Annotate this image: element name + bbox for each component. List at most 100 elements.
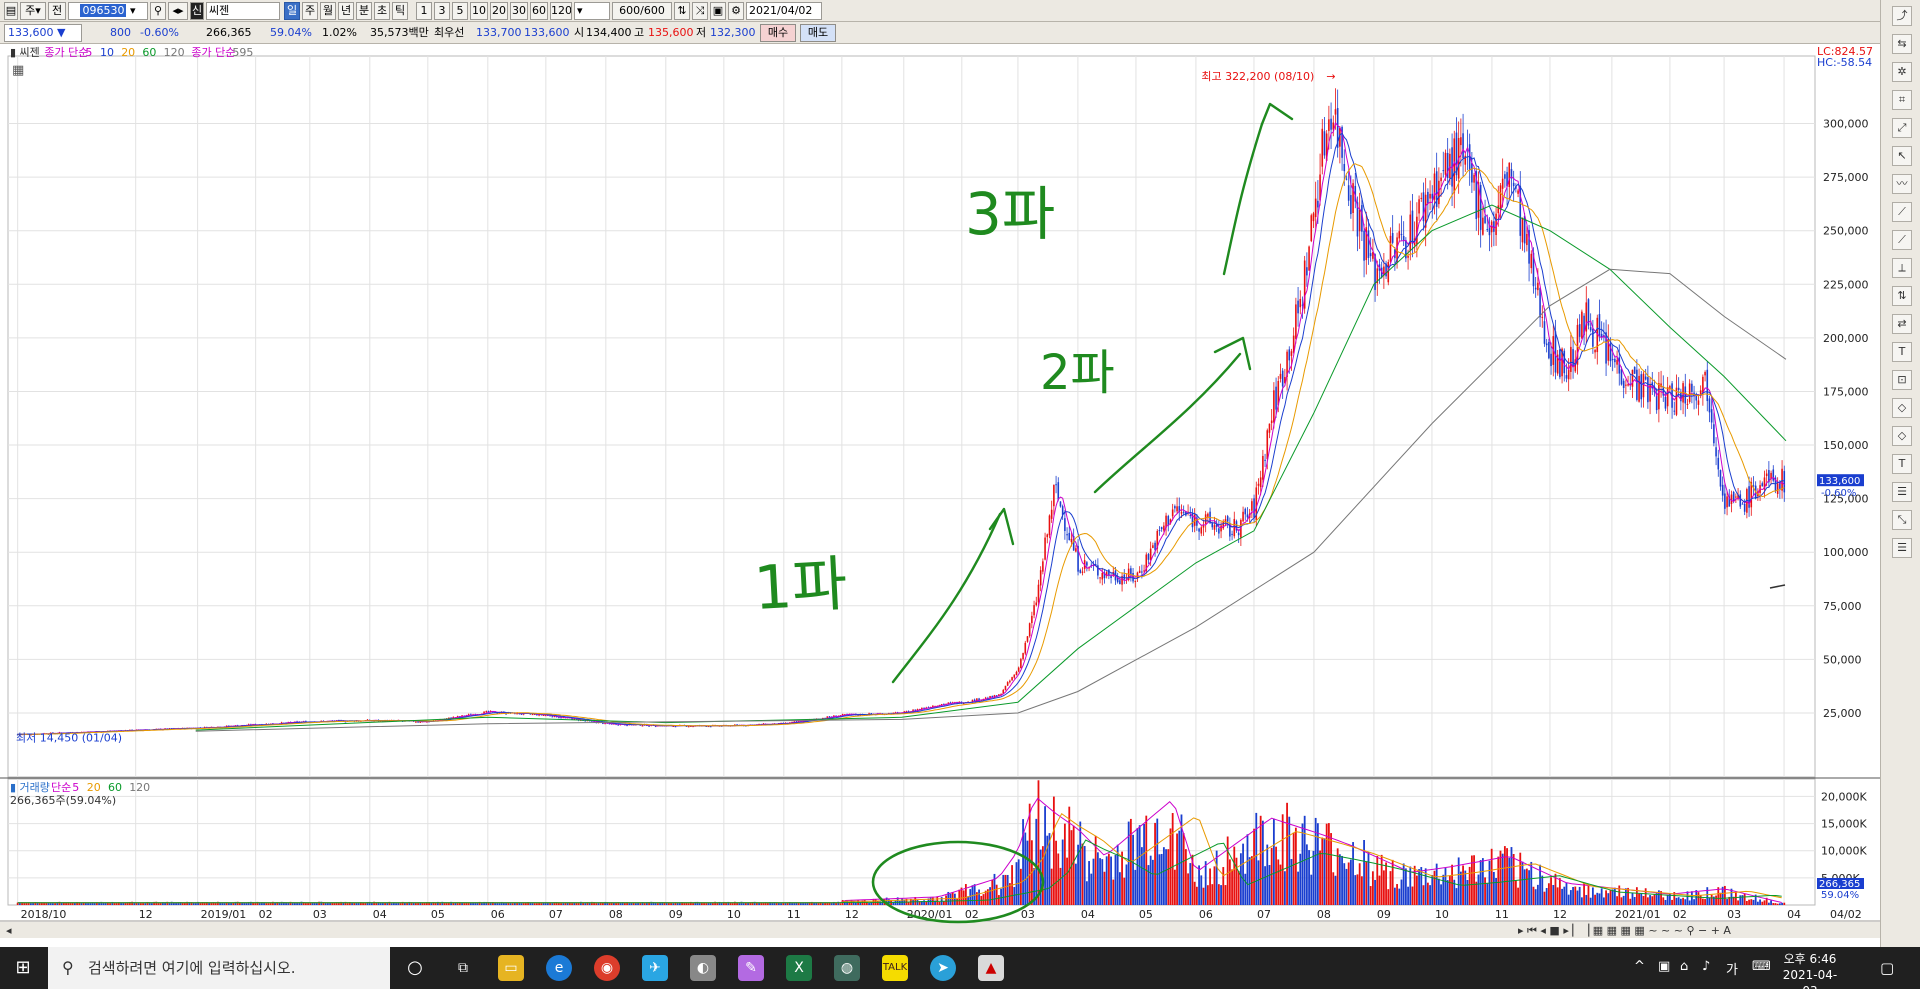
tool-icon-13[interactable]: ⊡: [1892, 370, 1912, 390]
window-menu-icon[interactable]: ▤: [4, 2, 18, 20]
period-tab-5[interactable]: 초: [374, 2, 390, 20]
tray-chevron-icon[interactable]: ^: [1634, 959, 1645, 974]
interval-tab-3[interactable]: 3: [434, 2, 450, 20]
interval-tab-30[interactable]: 30: [510, 2, 528, 20]
chrome-icon[interactable]: ◉: [594, 955, 620, 981]
tool-icon-3[interactable]: ⌗: [1892, 90, 1912, 110]
task-view-icon[interactable]: ⧉: [450, 955, 476, 981]
edge-icon[interactable]: e: [546, 955, 572, 981]
period-tab-4[interactable]: 분: [356, 2, 372, 20]
telegram-icon[interactable]: ➤: [930, 955, 956, 981]
search-icon[interactable]: ⚲: [150, 2, 166, 20]
explorer-icon[interactable]: ▭: [498, 955, 524, 981]
trading-app-icon[interactable]: ▲: [978, 955, 1004, 981]
ime-mode[interactable]: 가: [1726, 959, 1738, 978]
interval-tab-60[interactable]: 60: [530, 2, 548, 20]
candle-body: [1259, 477, 1262, 488]
sell-button[interactable]: 매도: [800, 24, 836, 42]
volume-bar: [1158, 854, 1161, 905]
volume-bar: [1255, 812, 1258, 905]
chart-mode-select[interactable]: 주▾: [20, 2, 46, 20]
volume-bar: [1105, 856, 1108, 905]
ime-icon[interactable]: ⌨: [1752, 959, 1771, 974]
scroll-controls: ▸ ⏮ ◂ ■ ▸ ▏▕ ▦ ▦ ▦ ▦ ~ ~ ~ ⚲ − + A: [1518, 923, 1731, 937]
tool-icon-6[interactable]: 〰: [1892, 174, 1912, 194]
settings-icon[interactable]: ⚙: [728, 2, 744, 20]
taskbar-search[interactable]: ⚲ 검색하려면 여기에 입력하십시오.: [48, 947, 390, 989]
app-paint-icon[interactable]: ✎: [738, 955, 764, 981]
candle-body: [1328, 119, 1330, 131]
volume-bar: [1099, 858, 1101, 905]
volume-bar: [1004, 874, 1007, 905]
clock[interactable]: 오후 6:46 2021-04-03: [1778, 951, 1842, 989]
tool-icon-19[interactable]: ☰: [1892, 538, 1912, 558]
volume-bar: [956, 898, 958, 905]
bar-count[interactable]: 600/600: [612, 2, 672, 20]
stock-code-input[interactable]: 096530 ▾: [68, 2, 148, 20]
save-icon[interactable]: ▣: [710, 2, 726, 20]
interval-tab-20[interactable]: 20: [490, 2, 508, 20]
app-bird-icon[interactable]: ✈: [642, 955, 668, 981]
app-globe-icon[interactable]: ◍: [834, 955, 860, 981]
date-field[interactable]: 2021/04/02: [746, 2, 822, 20]
sound-icon[interactable]: ◂▸: [168, 2, 188, 20]
candle-body: [1295, 304, 1297, 339]
chart-area[interactable]: 25,00050,00075,000100,000125,000150,0001…: [0, 44, 1880, 947]
interval-tab-120[interactable]: 120: [550, 2, 572, 20]
app-palette-icon[interactable]: ◐: [690, 955, 716, 981]
tool-icon-10[interactable]: ⇅: [1892, 286, 1912, 306]
tray-app-icon[interactable]: ▣: [1658, 959, 1670, 974]
tool-icon-16[interactable]: T: [1892, 454, 1912, 474]
candle-body: [1611, 359, 1614, 361]
network-icon[interactable]: ⌂: [1680, 959, 1688, 974]
volume-bar: [1464, 870, 1467, 905]
volume-bar: [1715, 895, 1717, 905]
link-icon[interactable]: ⇅: [674, 2, 690, 20]
candle-body: [1534, 287, 1537, 290]
tool-icon-8[interactable]: ⟋: [1892, 230, 1912, 250]
tool-icon-1[interactable]: ⇆: [1892, 34, 1912, 54]
cortana-icon[interactable]: ○: [402, 955, 428, 981]
tool-icon-12[interactable]: T: [1892, 342, 1912, 362]
candle-body: [1482, 217, 1484, 235]
tool-icon-5[interactable]: ↖: [1892, 146, 1912, 166]
period-tab-0[interactable]: 일: [284, 2, 300, 20]
tool-icon-17[interactable]: ☰: [1892, 482, 1912, 502]
period-tab-1[interactable]: 주: [302, 2, 318, 20]
wave3-label: 3파: [965, 180, 1055, 248]
compare-icon[interactable]: ⤨: [692, 2, 708, 20]
volume-bar: [991, 879, 994, 905]
volume-bar: [1165, 849, 1167, 905]
tool-icon-11[interactable]: ⇄: [1892, 314, 1912, 334]
windows-start-icon[interactable]: ⊞: [10, 955, 36, 981]
buy-button[interactable]: 매수: [760, 24, 796, 42]
tool-icon-9[interactable]: ⟂: [1892, 258, 1912, 278]
interval-tab-1[interactable]: 1: [416, 2, 432, 20]
period-tab-3[interactable]: 년: [338, 2, 354, 20]
tool-icon-0[interactable]: ⤴: [1892, 6, 1912, 26]
tool-icon-18[interactable]: ⤡: [1892, 510, 1912, 530]
tool-icon-7[interactable]: ⟋: [1892, 202, 1912, 222]
volume-bar: [1198, 865, 1200, 905]
candle-body: [1501, 178, 1504, 189]
interval-tab-5[interactable]: 5: [452, 2, 468, 20]
excel-icon[interactable]: X: [786, 955, 812, 981]
x-tick-label: 04/02: [1830, 908, 1862, 921]
y-tick-label: 75,000: [1823, 600, 1862, 613]
y-tick-label: 20,000K: [1821, 790, 1867, 803]
tool-icon-14[interactable]: ◇: [1892, 398, 1912, 418]
tool-icon-15[interactable]: ◇: [1892, 426, 1912, 446]
tool-icon-2[interactable]: ✲: [1892, 62, 1912, 82]
market-flag[interactable]: 전: [48, 2, 66, 20]
notification-icon[interactable]: ▢: [1880, 959, 1894, 977]
stock-name-field[interactable]: 씨젠: [206, 2, 280, 20]
interval-custom-input[interactable]: ▾: [574, 2, 610, 20]
volume-icon[interactable]: ♪: [1702, 959, 1710, 974]
period-tab-2[interactable]: 월: [320, 2, 336, 20]
interval-tab-10[interactable]: 10: [470, 2, 488, 20]
candle-body: [1411, 210, 1414, 244]
kakaotalk-icon[interactable]: TALK: [882, 955, 908, 981]
candle-body: [1409, 214, 1412, 252]
tool-icon-4[interactable]: ⤢: [1892, 118, 1912, 138]
period-tab-6[interactable]: 틱: [392, 2, 408, 20]
